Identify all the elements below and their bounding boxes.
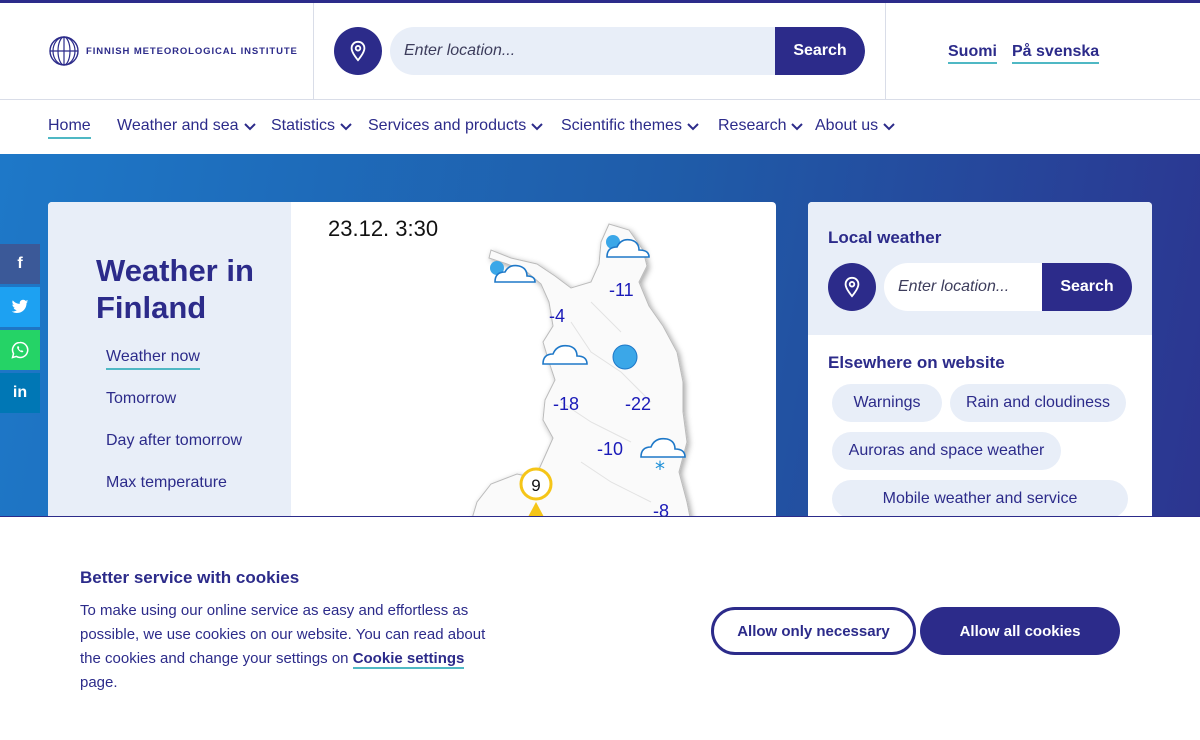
map-temp: -11 [609,280,634,300]
chevron-down-icon [531,123,544,131]
local-locate-button[interactable] [828,263,876,311]
nav-services-and-products[interactable]: Services and products [368,117,544,135]
elsewhere-title: Elsewhere on website [828,353,1005,372]
search-button[interactable]: Search [775,27,865,75]
weather-card: Weather in Finland Weather now Tomorrow … [48,202,776,516]
header-divider [885,3,886,100]
map-temp: -4 [549,306,565,326]
lang-swedish-link[interactable]: På svenska [1012,43,1100,64]
nav-label: Weather and sea [117,117,239,134]
site-header: FINNISH METEOROLOGICAL INSTITUTE Search … [0,3,1200,100]
map-temp: -10 [597,439,623,459]
local-weather-search-panel: Local weather Search [808,202,1152,335]
chevron-down-icon [243,123,256,131]
local-weather-card: Local weather Search Elsewhere on websit… [808,202,1152,516]
chip-warnings[interactable]: Warnings [832,384,942,422]
allow-necessary-button[interactable]: Allow only necessary [711,607,916,655]
map-marker-value: 9 [531,476,540,495]
location-pin-icon [350,40,366,62]
header-divider [313,3,314,100]
local-search-button[interactable]: Search [1042,263,1132,311]
main-nav: Home Weather and sea Statistics Services… [0,100,1200,154]
map-temp: -8 [653,501,669,516]
twitter-share-button[interactable] [0,287,40,327]
linkedin-icon: in [12,384,28,401]
nav-label: Scientific themes [561,117,682,134]
location-pin-icon [844,276,860,298]
cookie-text-after: page. [80,674,118,691]
max-temperature-link[interactable]: Max temperature [106,474,227,492]
map-timestamp: 23.12. 3:30 [328,216,439,241]
allow-all-cookies-button[interactable]: Allow all cookies [920,607,1120,655]
weather-title: Weather in Finland [96,252,254,326]
header-search: Search [390,27,865,75]
sun-icon [612,344,638,370]
day-after-tomorrow-link[interactable]: Day after tomorrow [106,432,242,450]
nav-label: Services and products [368,117,527,134]
logo-text: FINNISH METEOROLOGICAL INSTITUTE [86,45,298,57]
finland-map-svg: * -11 -4 -18 -22 -10 -8 9 [472,223,691,516]
weather-card-menu: Weather in Finland Weather now Tomorrow … [48,202,291,516]
lang-finnish-link[interactable]: Suomi [948,43,997,64]
nav-about-us[interactable]: About us [815,117,896,135]
twitter-icon [11,299,29,313]
weather-title-line2: Finland [96,290,207,325]
nav-home[interactable]: Home [48,117,91,139]
map-temp: -18 [553,394,579,414]
nav-scientific-themes[interactable]: Scientific themes [561,117,700,135]
map-temp: -22 [625,394,651,414]
linkedin-share-button[interactable]: in [0,373,40,413]
location-search-input[interactable] [390,27,775,75]
chip-mobile-weather[interactable]: Mobile weather and service [832,480,1128,516]
whatsapp-share-button[interactable] [0,330,40,370]
weather-now-link[interactable]: Weather now [106,348,200,370]
nav-label: Research [718,117,787,134]
globe-logo-icon [49,36,79,66]
nav-label: Home [48,117,91,134]
nav-statistics[interactable]: Statistics [271,117,353,135]
chip-rain-and-cloudiness[interactable]: Rain and cloudiness [950,384,1126,422]
nav-label: Statistics [271,117,336,134]
nav-weather-and-sea[interactable]: Weather and sea [117,117,257,135]
chevron-down-icon [340,123,352,131]
cookie-banner: Better service with cookies To make usin… [0,516,1200,740]
snow-icon: * [655,457,665,481]
fmi-logo[interactable]: FINNISH METEOROLOGICAL INSTITUTE [48,35,298,67]
whatsapp-icon [11,341,29,359]
locate-button[interactable] [334,27,382,75]
chevron-down-icon [883,123,895,131]
cookie-title: Better service with cookies [80,568,300,587]
facebook-icon: f [17,255,23,272]
weather-map[interactable]: * -11 -4 -18 -22 -10 -8 9 23.12. 3:30 [291,202,776,516]
cookie-settings-link[interactable]: Cookie settings [352,650,465,669]
chip-auroras[interactable]: Auroras and space weather [832,432,1061,470]
cookie-text: To make using our online service as easy… [80,599,500,695]
local-weather-title: Local weather [828,228,942,247]
chevron-down-icon [791,123,804,131]
weather-title-line1: Weather in [96,253,254,288]
facebook-share-button[interactable]: f [0,244,40,284]
tomorrow-link[interactable]: Tomorrow [106,390,176,408]
nav-label: About us [815,117,879,134]
local-location-input[interactable] [884,263,1042,311]
local-search: Search [884,263,1132,311]
chevron-down-icon [687,123,699,131]
nav-research[interactable]: Research [718,117,804,135]
hero-section: Weather in Finland Weather now Tomorrow … [0,154,1200,516]
